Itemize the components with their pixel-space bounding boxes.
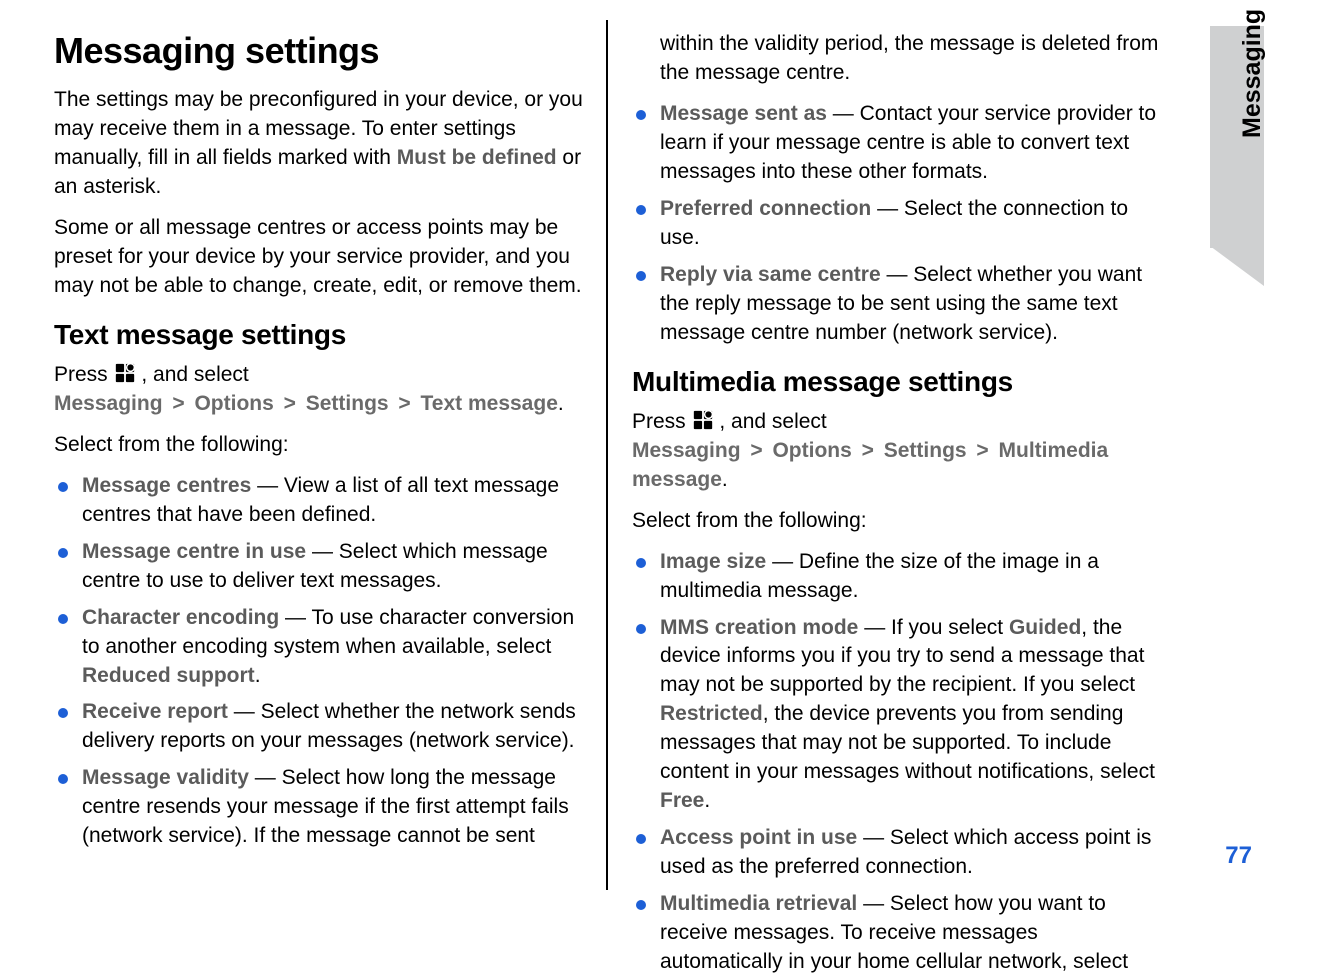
text-message-settings-list-cont: Message sent as — Contact your service p… <box>632 100 1166 348</box>
setting-label: Message centre in use <box>82 540 306 563</box>
setting-label: Message validity <box>82 766 249 789</box>
tab-notch <box>1210 246 1264 286</box>
breadcrumb: Settings <box>306 392 389 415</box>
two-column-layout: Messaging settings The settings may be p… <box>36 20 1276 890</box>
list-item: Preferred connection — Select the connec… <box>632 195 1166 253</box>
setting-label: Image size <box>660 550 766 573</box>
text: . <box>255 664 261 687</box>
option-value: Guided <box>1009 616 1081 639</box>
text: Press <box>632 410 692 433</box>
text-message-settings-list: Message centres — View a list of all tex… <box>54 472 586 852</box>
list-item: Multimedia retrieval — Select how you wa… <box>632 890 1166 977</box>
chevron-right-icon: > <box>389 392 421 415</box>
left-column: Messaging settings The settings may be p… <box>36 20 606 890</box>
text: — If you select <box>858 616 1009 639</box>
section-tab-label: Messaging <box>1238 9 1267 138</box>
chevron-right-icon: > <box>163 392 195 415</box>
text: , and select <box>136 363 249 386</box>
breadcrumb: Settings <box>884 439 967 462</box>
text: . <box>558 392 564 415</box>
list-item: Message centres — View a list of all tex… <box>54 472 586 530</box>
chevron-right-icon: > <box>274 392 306 415</box>
section-tab: Messaging <box>1210 26 1264 248</box>
text: , and select <box>714 410 827 433</box>
navigation-path: Press , and select Messaging > Options >… <box>54 361 586 419</box>
setting-label: Message centres <box>82 474 251 497</box>
setting-label: Access point in use <box>660 826 857 849</box>
list-item: Message validity — Select how long the m… <box>54 764 586 851</box>
intro-paragraph-2: Some or all message centres or access po… <box>54 214 586 301</box>
text: . <box>722 468 728 491</box>
page-title: Messaging settings <box>54 30 586 72</box>
breadcrumb: Text message <box>421 392 558 415</box>
list-item: Access point in use — Select which acces… <box>632 824 1166 882</box>
setting-label: MMS creation mode <box>660 616 858 639</box>
setting-label: Receive report <box>82 700 228 723</box>
section-heading-multimedia: Multimedia message settings <box>632 366 1166 398</box>
setting-label: Character encoding <box>82 606 279 629</box>
multimedia-settings-list: Image size — Define the size of the imag… <box>632 548 1166 977</box>
breadcrumb: Messaging <box>54 392 163 415</box>
text: Press <box>54 363 114 386</box>
chevron-right-icon: > <box>852 439 884 462</box>
list-item: MMS creation mode — If you select Guided… <box>632 614 1166 817</box>
list-item: Reply via same centre — Select whether y… <box>632 261 1166 348</box>
section-heading-text-message: Text message settings <box>54 319 586 351</box>
must-be-defined-label: Must be defined <box>397 146 557 169</box>
list-item: Message centre in use — Select which mes… <box>54 538 586 596</box>
intro-paragraph-1: The settings may be preconfigured in you… <box>54 86 586 202</box>
chevron-right-icon: > <box>967 439 999 462</box>
option-value: Reduced support <box>82 664 255 687</box>
list-item: Character encoding — To use character co… <box>54 604 586 691</box>
setting-label: Message sent as <box>660 102 827 125</box>
breadcrumb: Messaging <box>632 439 741 462</box>
select-prompt: Select from the following: <box>54 431 586 460</box>
continued-text: within the validity period, the message … <box>632 30 1166 88</box>
menu-key-icon <box>692 409 714 431</box>
page-number: 77 <box>1225 842 1252 870</box>
chevron-right-icon: > <box>741 439 773 462</box>
breadcrumb: Options <box>772 439 851 462</box>
manual-page: Messaging settings The settings may be p… <box>36 20 1276 940</box>
menu-key-icon <box>114 362 136 384</box>
option-value: Free <box>660 789 704 812</box>
setting-label: Reply via same centre <box>660 263 881 286</box>
list-item: Message sent as — Contact your service p… <box>632 100 1166 187</box>
select-prompt: Select from the following: <box>632 507 1166 536</box>
right-column: within the validity period, the message … <box>606 20 1176 890</box>
list-item: Image size — Define the size of the imag… <box>632 548 1166 606</box>
option-value: Restricted <box>660 702 763 725</box>
navigation-path: Press , and select Messaging > Options >… <box>632 408 1166 495</box>
setting-label: Preferred connection <box>660 197 871 220</box>
text: . <box>704 789 710 812</box>
breadcrumb: Options <box>194 392 273 415</box>
list-item: Receive report — Select whether the netw… <box>54 698 586 756</box>
setting-label: Multimedia retrieval <box>660 892 857 915</box>
